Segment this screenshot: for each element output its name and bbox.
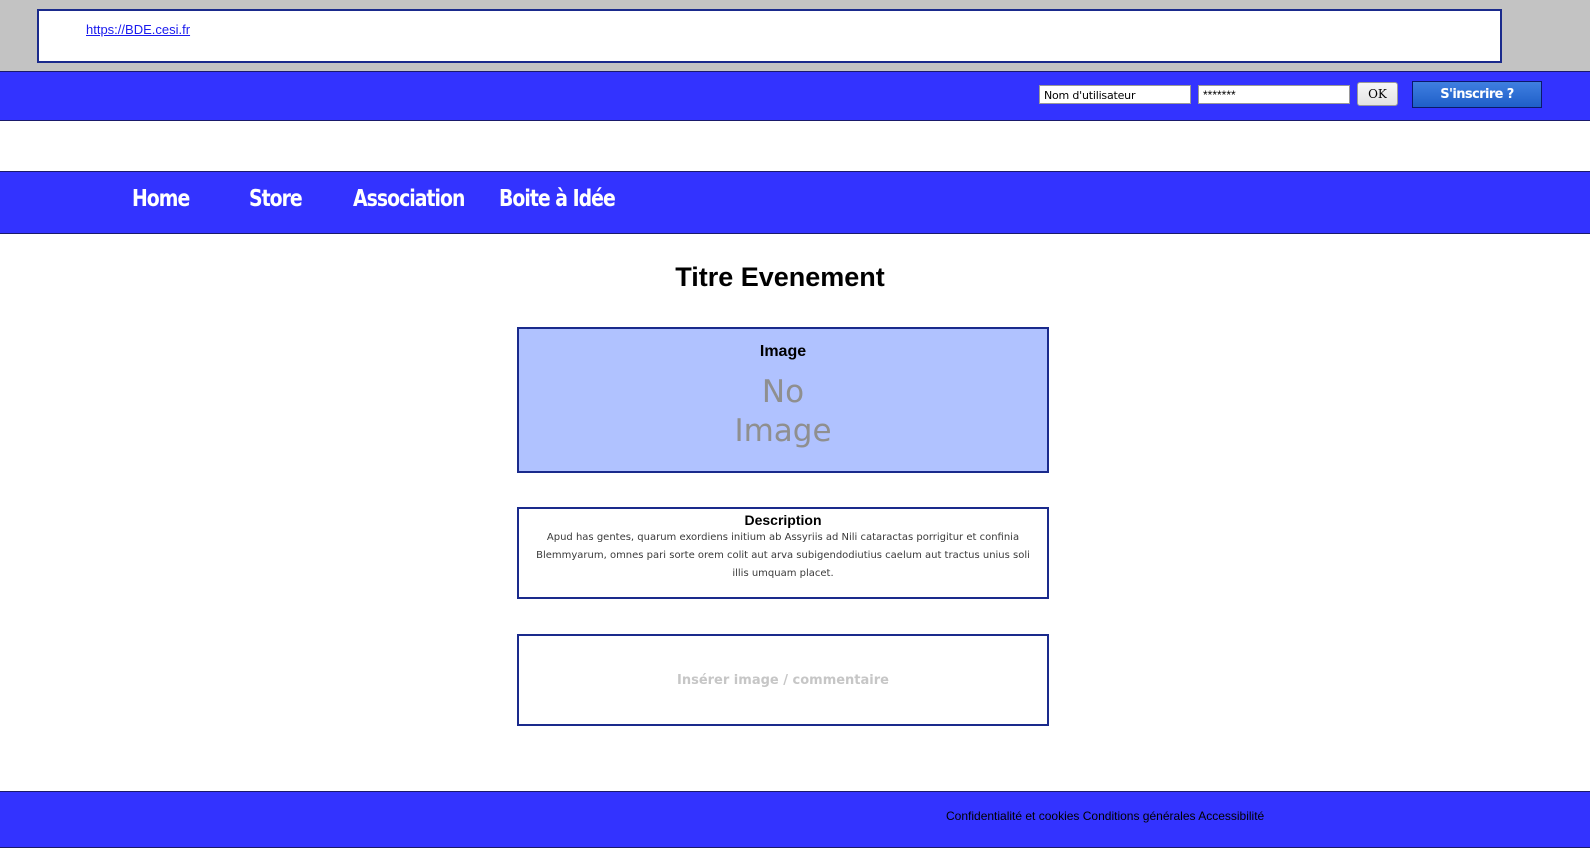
event-description-panel: Description Apud has gentes, quarum exor… <box>517 507 1049 599</box>
description-label: Description <box>744 512 822 528</box>
description-text: Apud has gentes, quarum exordiens initiu… <box>536 532 1030 579</box>
signup-button[interactable]: S'inscrire ? <box>1412 81 1542 108</box>
page-title: Titre Evenement <box>675 262 885 292</box>
event-image-panel: Image No Image <box>517 327 1049 473</box>
insert-placeholder: Insérer image / commentaire <box>677 673 889 688</box>
footer: Confidentialité et cookies Conditions gé… <box>0 791 1590 848</box>
nav-item-idea-box[interactable]: Boite à Idée <box>499 186 616 212</box>
login-ok-button[interactable]: OK <box>1357 82 1398 106</box>
address-bar[interactable]: https://BDE.cesi.fr <box>37 9 1502 63</box>
password-field[interactable]: ******* <box>1198 85 1350 104</box>
nav-item-home[interactable]: Home <box>132 186 190 212</box>
image-label: Image <box>759 343 807 360</box>
main-nav: Home Store Association Boite à Idée <box>0 171 1590 234</box>
footer-links: Confidentialité et cookies Conditions gé… <box>946 809 1264 823</box>
browser-address-area: https://BDE.cesi.fr <box>0 0 1590 72</box>
footer-link-accessibility[interactable]: Accessibilité <box>1198 809 1264 823</box>
nav-item-store[interactable]: Store <box>249 186 303 212</box>
url-link[interactable]: https://BDE.cesi.fr <box>86 22 190 37</box>
no-image-line-2: Image <box>734 413 832 449</box>
nav-item-association[interactable]: Association <box>353 186 465 212</box>
no-image-placeholder: No Image <box>519 373 1047 451</box>
insert-comment-box[interactable]: Insérer image / commentaire <box>517 634 1049 726</box>
footer-link-privacy[interactable]: Confidentialité et cookies <box>946 809 1079 823</box>
username-field[interactable]: Nom d'utilisateur <box>1039 85 1191 104</box>
footer-link-terms[interactable]: Conditions générales <box>1083 809 1196 823</box>
login-bar: Nom d'utilisateur ******* OK S'inscrire … <box>0 71 1590 121</box>
no-image-line-1: No <box>761 374 805 410</box>
